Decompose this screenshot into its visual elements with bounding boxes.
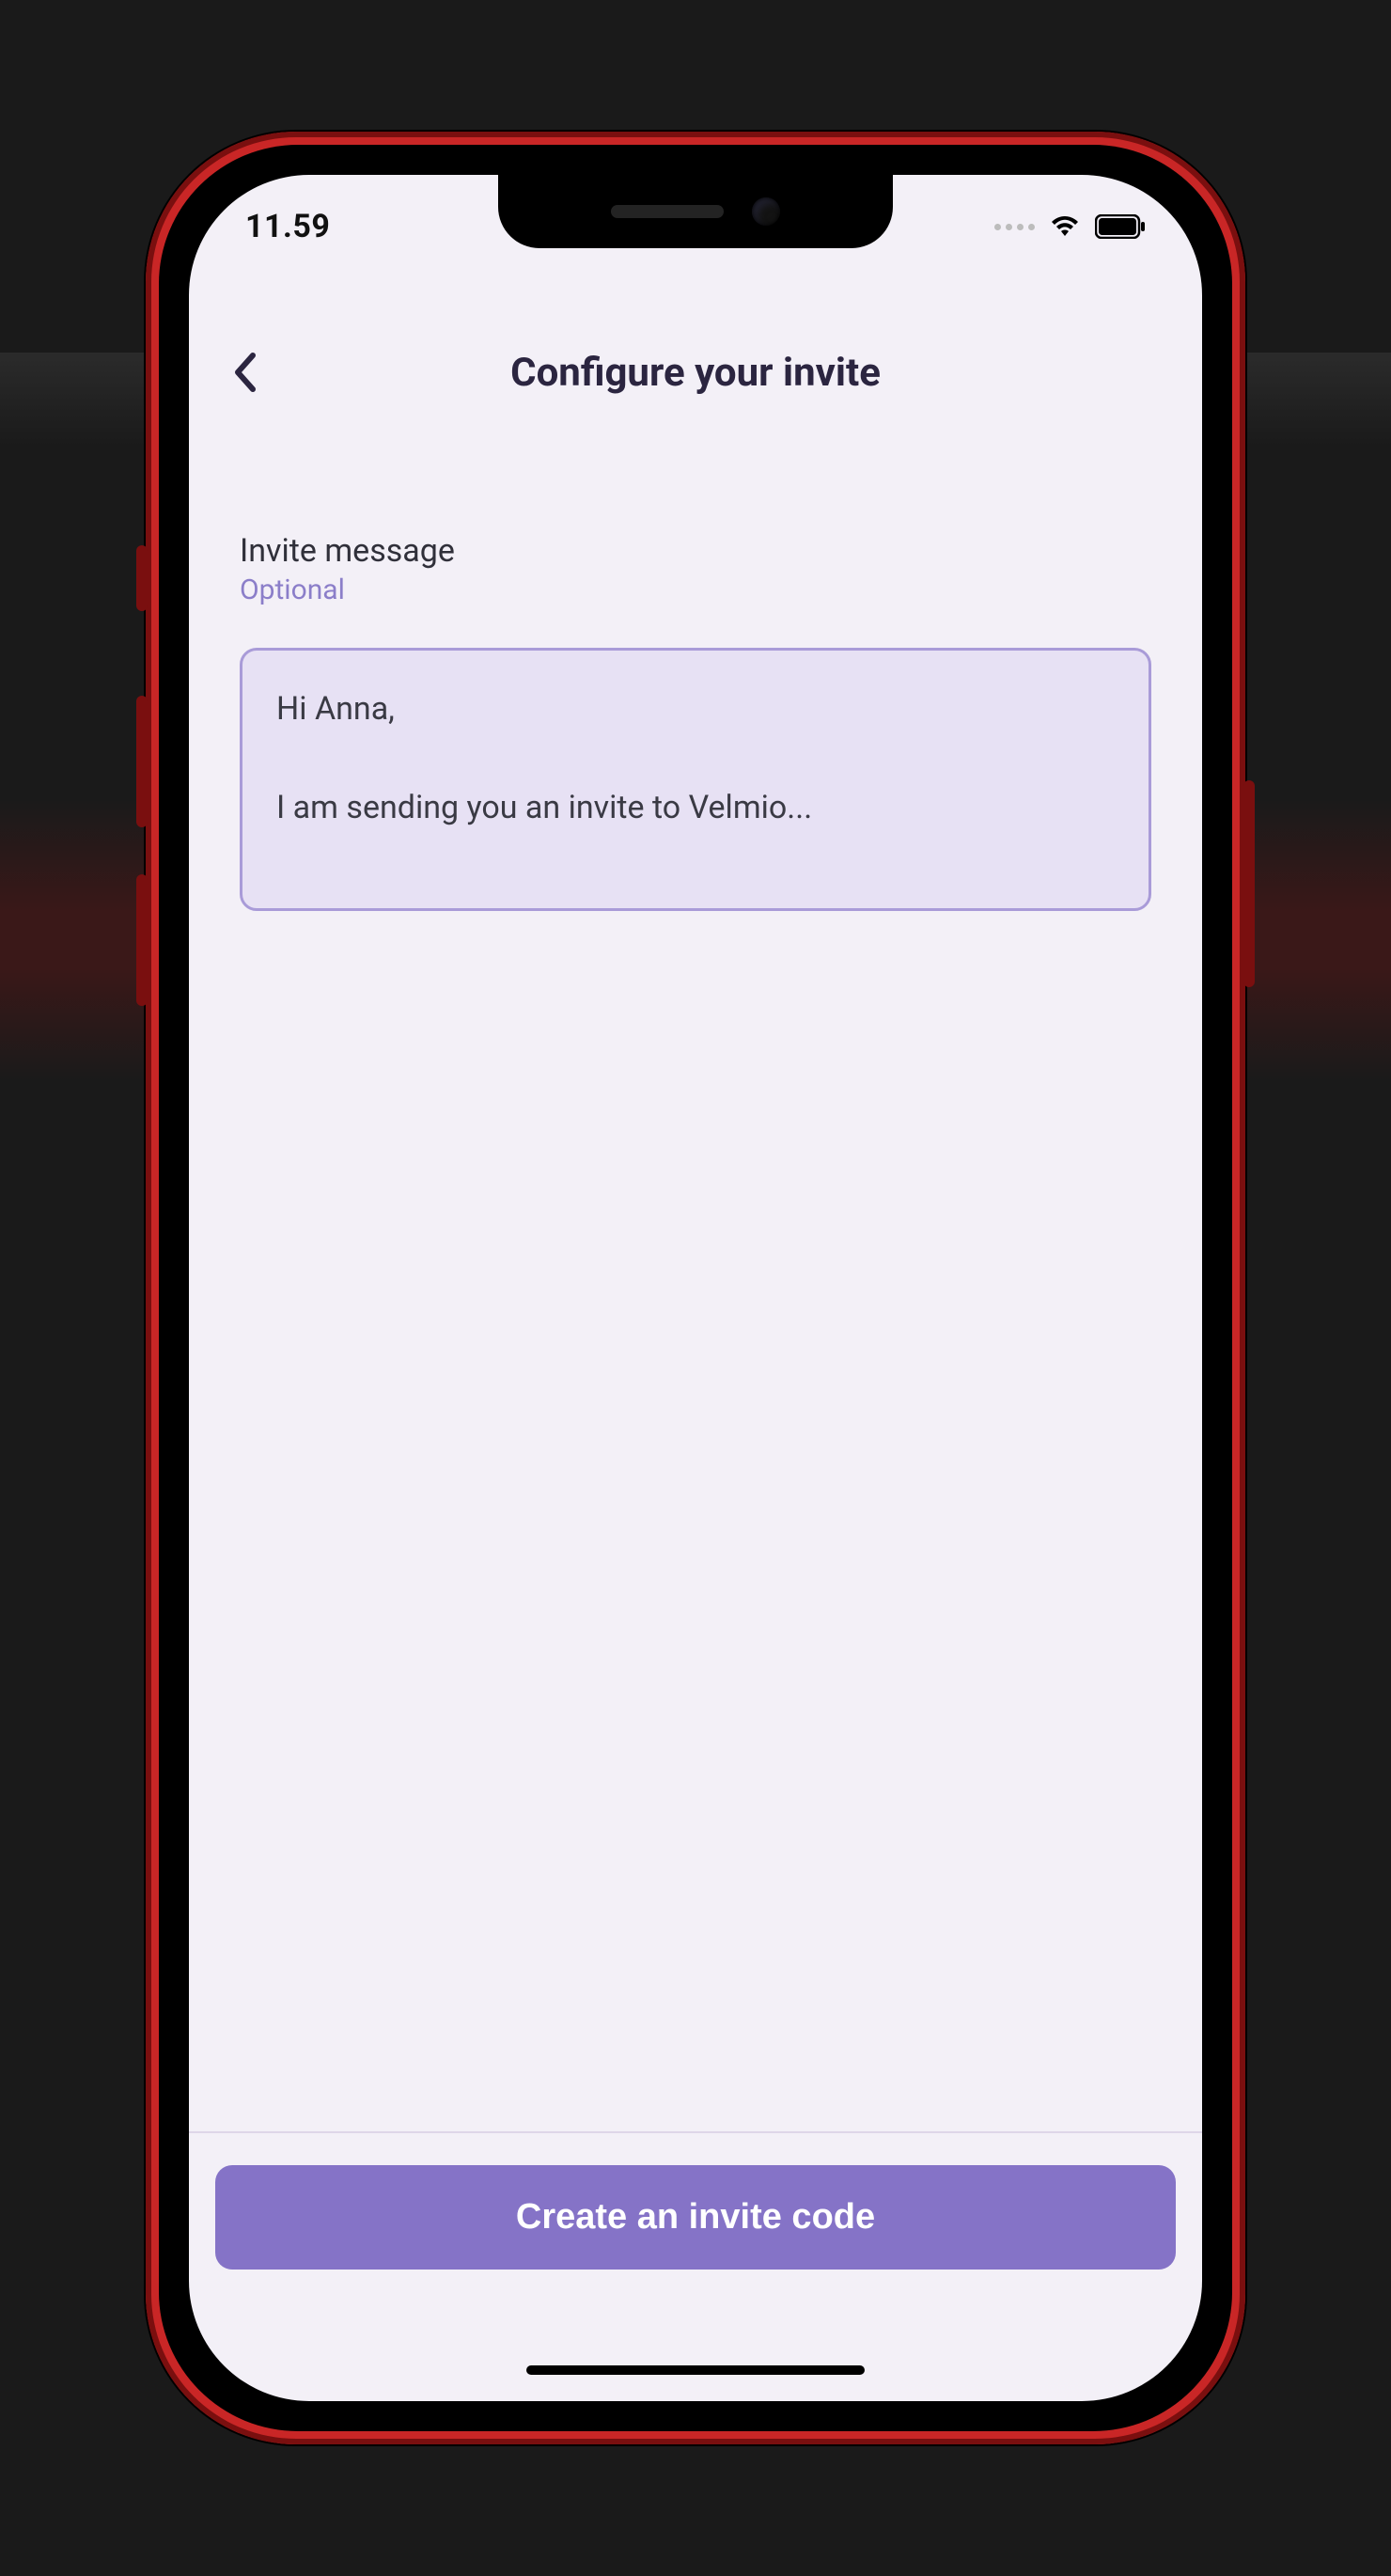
page-title: Configure your invite [510,350,881,396]
footer: Create an invite code [189,2131,1202,2270]
phone-frame: 11.59 [146,132,1245,2444]
phone-bezel: 11.59 [159,145,1232,2431]
status-time: 11.59 [245,208,330,245]
phone-volume-down [136,874,148,1006]
battery-icon [1095,214,1146,239]
form-content: Invite message Optional Hi Anna, I am se… [240,532,1151,911]
phone-volume-up [136,696,148,827]
phone-screen: 11.59 [189,175,1202,2401]
invite-message-label: Invite message [240,532,1151,570]
phone-notch [498,175,893,248]
speaker-grille [611,205,724,218]
status-indicators [994,213,1146,240]
home-indicator[interactable] [526,2365,865,2375]
phone-power-button [1243,780,1255,987]
app-header: Configure your invite [189,325,1202,419]
invite-message-input[interactable]: Hi Anna, I am sending you an invite to V… [240,648,1151,911]
wifi-icon [1048,213,1082,240]
chevron-left-icon [232,352,258,393]
back-button[interactable] [223,350,268,395]
create-invite-code-button[interactable]: Create an invite code [215,2165,1176,2270]
front-camera [752,197,780,226]
invite-message-sublabel: Optional [240,573,1151,606]
carrier-dots-icon [994,224,1035,230]
phone-silence-switch [136,545,148,611]
